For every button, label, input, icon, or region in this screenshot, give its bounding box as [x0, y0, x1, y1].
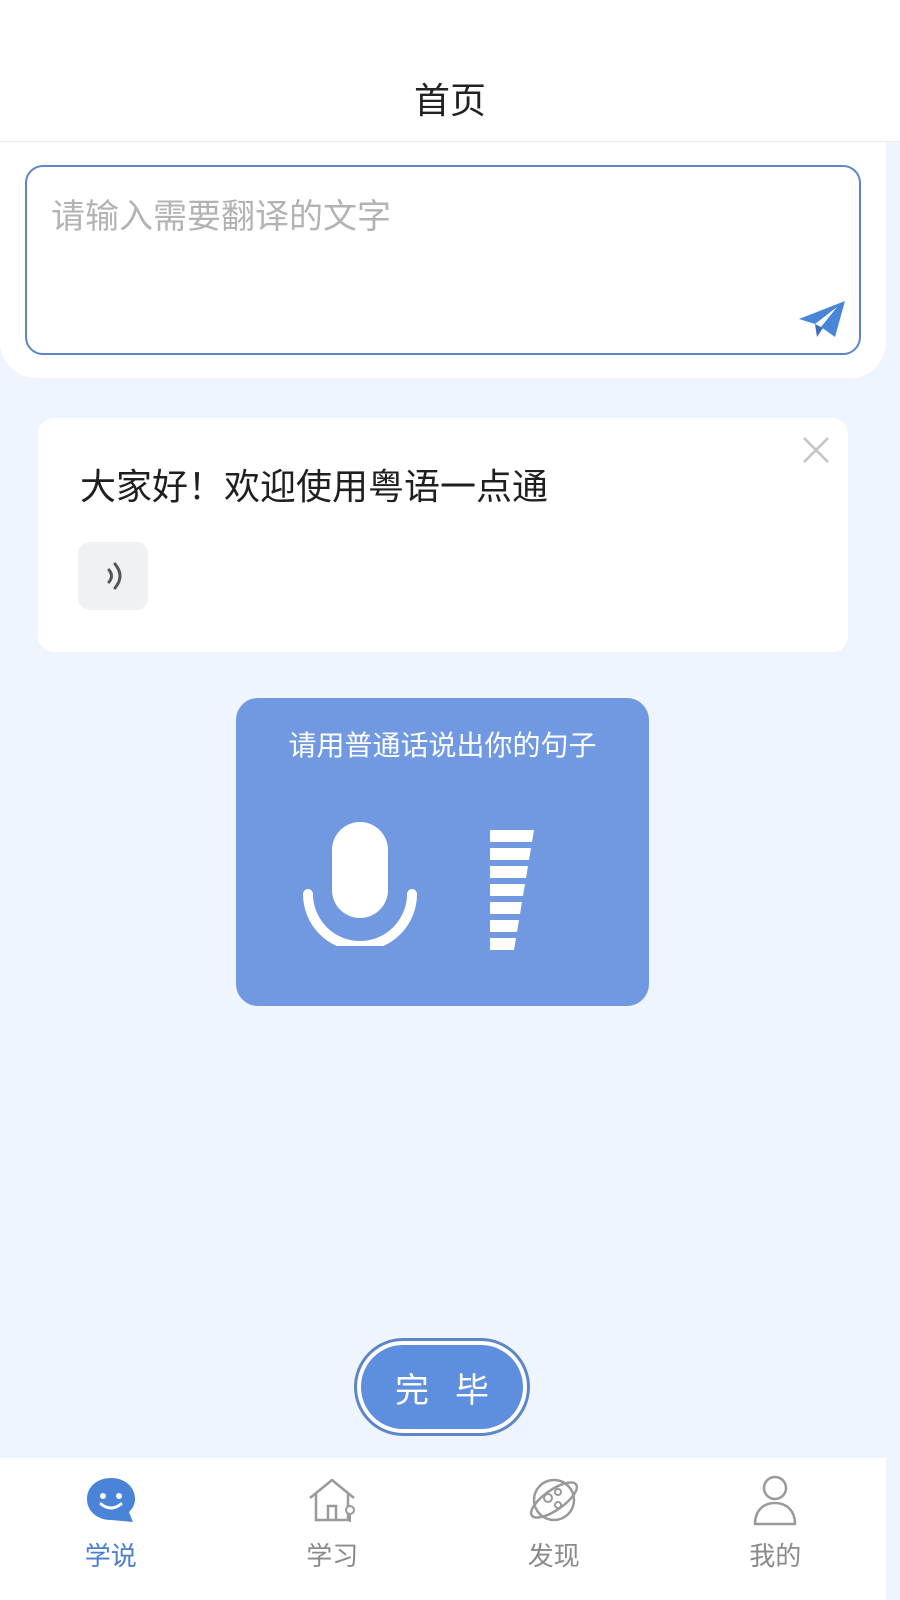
planet-icon [529, 1478, 578, 1522]
microphone-icon [303, 822, 417, 946]
voice-recording-panel: 请用普通话说出你的句子 [236, 698, 649, 1006]
play-audio-button[interactable] [78, 542, 148, 610]
done-button-label: 完毕 [361, 1345, 523, 1429]
sound-wave-icon [107, 562, 122, 590]
input-panel [0, 142, 886, 378]
tab-learn-speak[interactable]: 学说 [0, 1458, 222, 1600]
message-text: 大家好！欢迎使用粤语一点通 [80, 467, 549, 508]
done-button[interactable]: 完毕 [354, 1338, 530, 1436]
close-button[interactable] [800, 434, 832, 466]
tab-label: 我的 [749, 1542, 802, 1572]
page-title: 首页 [413, 81, 486, 122]
tab-discover[interactable]: 发现 [443, 1458, 665, 1600]
chat-smile-icon [86, 1478, 135, 1522]
tab-study[interactable]: 学习 [222, 1458, 444, 1600]
voice-prompt: 请用普通话说出你的句子 [288, 729, 597, 762]
close-icon [803, 437, 829, 463]
tab-label: 学说 [84, 1542, 137, 1572]
bottom-tab-bar: 学说 学习 发现 我的 [0, 1458, 886, 1600]
send-icon [799, 301, 845, 337]
tab-label: 学习 [306, 1542, 359, 1572]
message-card: 大家好！欢迎使用粤语一点通 [38, 418, 848, 652]
tab-label: 发现 [527, 1542, 580, 1572]
tab-mine[interactable]: 我的 [665, 1458, 887, 1600]
house-icon [309, 1478, 356, 1522]
volume-level-icon [490, 830, 534, 950]
header: 首页 [0, 0, 900, 142]
person-icon [754, 1475, 797, 1526]
translate-input-box [25, 165, 861, 355]
translate-input[interactable] [51, 189, 791, 329]
send-button[interactable] [797, 297, 847, 341]
